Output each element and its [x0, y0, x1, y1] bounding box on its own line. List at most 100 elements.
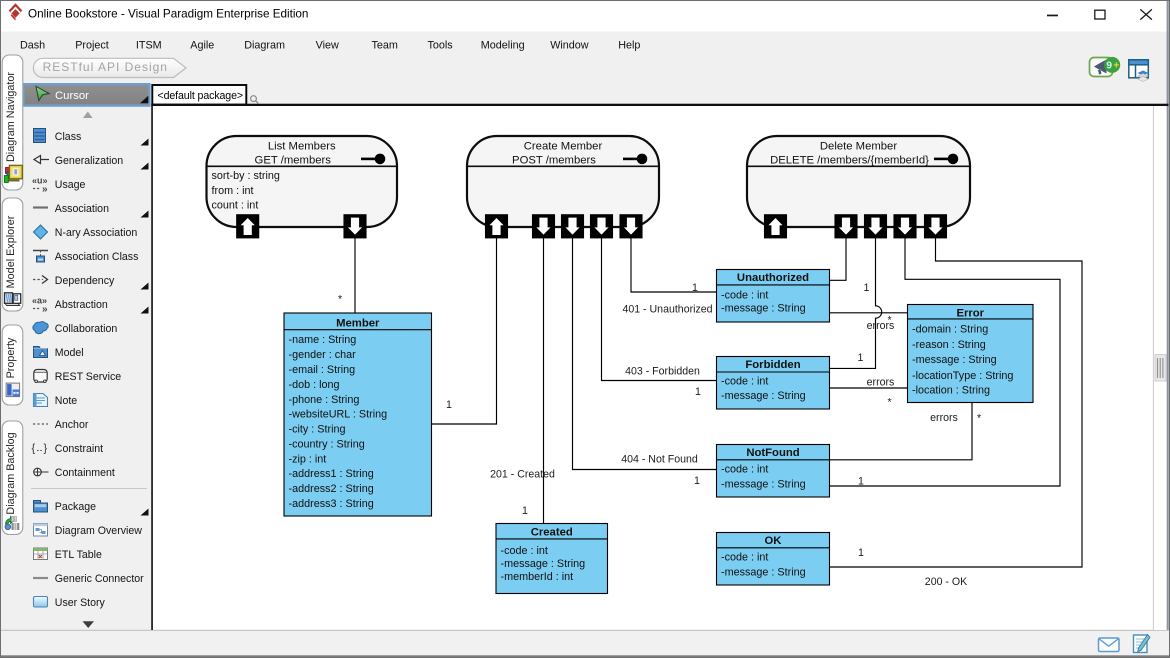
svg-text:-name : String: -name : String: [289, 334, 357, 346]
svg-text:}: }: [44, 443, 48, 455]
svg-text:Association Class: Association Class: [55, 251, 139, 263]
svg-text:-message : String: -message : String: [721, 390, 806, 402]
svg-text:Cursor: Cursor: [55, 90, 89, 102]
svg-text:1: 1: [446, 399, 452, 411]
svg-text:Diagram: Diagram: [244, 39, 285, 51]
svg-text:Tools: Tools: [427, 39, 453, 51]
svg-text:-domain : String: -domain : String: [912, 324, 988, 336]
svg-text:-dob : long: -dob : long: [289, 379, 340, 391]
svg-text:from : int: from : int: [212, 185, 254, 197]
svg-text:»: »: [42, 304, 48, 315]
svg-text:-message : String: -message : String: [721, 303, 806, 315]
svg-text:REST Service: REST Service: [55, 371, 121, 383]
svg-text:-location : String: -location : String: [912, 385, 990, 397]
svg-text:Delete Member: Delete Member: [820, 141, 897, 153]
svg-text:-code : int: -code : int: [721, 464, 768, 476]
svg-text:Diagram Backlog: Diagram Backlog: [5, 432, 17, 514]
svg-text:List Members: List Members: [268, 141, 336, 153]
svg-text:-phone : String: -phone : String: [289, 394, 360, 406]
svg-text:*: *: [887, 315, 891, 327]
svg-text:Model Explorer: Model Explorer: [5, 215, 17, 288]
svg-text:201 - Created: 201 - Created: [490, 469, 555, 481]
svg-text:ITSM: ITSM: [136, 39, 162, 51]
svg-text:-city : String: -city : String: [289, 424, 346, 436]
svg-text:RESTful API Design: RESTful API Design: [43, 60, 168, 74]
svg-text:Package: Package: [55, 501, 96, 513]
svg-text:Association: Association: [55, 203, 109, 215]
svg-text:+: +: [1113, 61, 1119, 72]
svg-text:-code : int: -code : int: [721, 376, 768, 388]
svg-text:User Story: User Story: [55, 597, 106, 609]
svg-text:»: »: [42, 184, 48, 195]
svg-text:1: 1: [858, 476, 864, 488]
svg-text:Collaboration: Collaboration: [55, 323, 118, 335]
svg-text:-locationType : String: -locationType : String: [912, 370, 1013, 382]
svg-text:404 - Not Found: 404 - Not Found: [621, 454, 698, 466]
svg-text:Error: Error: [956, 307, 984, 319]
svg-text:1: 1: [858, 352, 864, 364]
svg-text:Containment: Containment: [55, 467, 115, 479]
svg-text:Window: Window: [550, 39, 589, 51]
svg-text:-address1 : String: -address1 : String: [289, 468, 374, 480]
svg-text:-email : String: -email : String: [289, 364, 356, 376]
svg-text:Anchor: Anchor: [55, 419, 89, 431]
svg-text:1: 1: [864, 282, 870, 294]
svg-text:200 - OK: 200 - OK: [925, 576, 967, 588]
svg-text:Agile: Agile: [190, 39, 214, 51]
svg-text:401 - Unauthorized: 401 - Unauthorized: [622, 304, 712, 316]
svg-text:Created: Created: [531, 526, 573, 538]
svg-text:Team: Team: [371, 39, 397, 51]
svg-text:1: 1: [692, 282, 698, 294]
svg-text:-message : String: -message : String: [721, 479, 806, 491]
svg-text:<default package>: <default package>: [158, 90, 243, 102]
svg-text:-code : int: -code : int: [721, 552, 768, 564]
svg-text:DELETE /members/{memberId}: DELETE /members/{memberId}: [770, 154, 929, 166]
svg-text:Online Bookstore - Visual Para: Online Bookstore - Visual Paradigm Enter…: [28, 8, 308, 21]
svg-text:-zip : int: -zip : int: [289, 453, 327, 465]
svg-text:Create Member: Create Member: [524, 141, 603, 153]
svg-text:*: *: [887, 397, 891, 409]
svg-text:-address3 : String: -address3 : String: [289, 498, 374, 510]
svg-text:*: *: [338, 294, 342, 306]
svg-text:-message : String: -message : String: [501, 558, 586, 570]
svg-text:Unauthorized: Unauthorized: [737, 272, 809, 284]
svg-text:Help: Help: [618, 39, 640, 51]
svg-text:Diagram Navigator: Diagram Navigator: [5, 72, 17, 162]
svg-text:Modeling: Modeling: [481, 39, 525, 51]
svg-text:Property: Property: [5, 337, 17, 378]
svg-text:1: 1: [522, 505, 528, 517]
svg-text:9: 9: [1106, 61, 1112, 72]
svg-text:-websiteURL : String: -websiteURL : String: [289, 409, 388, 421]
svg-text:Generic Connector: Generic Connector: [55, 573, 144, 585]
svg-text:-gender : char: -gender : char: [289, 349, 357, 361]
svg-text:1: 1: [858, 547, 864, 559]
svg-text:Class: Class: [55, 131, 82, 143]
svg-text:POST /members: POST /members: [512, 154, 596, 166]
svg-text:*: *: [977, 413, 981, 425]
svg-text:Model: Model: [55, 347, 84, 359]
svg-text:Abstraction: Abstraction: [55, 299, 108, 311]
svg-text:sort-by : string: sort-by : string: [212, 170, 280, 182]
svg-text:Member: Member: [336, 318, 380, 330]
svg-text:1: 1: [694, 475, 700, 487]
svg-text:ETL Table: ETL Table: [55, 549, 102, 561]
svg-text:-country : String: -country : String: [289, 438, 365, 450]
svg-text:-message : String: -message : String: [912, 354, 997, 366]
svg-text:Forbidden: Forbidden: [745, 359, 800, 371]
svg-text:-message : String: -message : String: [721, 567, 806, 579]
svg-text:-address2 : String: -address2 : String: [289, 483, 374, 495]
svg-text:-code : int: -code : int: [501, 545, 548, 557]
svg-text:OK: OK: [765, 535, 783, 547]
svg-text:-reason : String: -reason : String: [912, 339, 986, 351]
svg-text:errors: errors: [867, 377, 895, 389]
svg-text:NotFound: NotFound: [746, 447, 799, 459]
svg-text:View: View: [316, 39, 339, 51]
svg-text:1: 1: [695, 386, 701, 398]
svg-text:count : int: count : int: [212, 200, 259, 212]
svg-text:Dependency: Dependency: [55, 275, 115, 287]
svg-text:-code : int: -code : int: [721, 290, 768, 302]
svg-text:403 - Forbidden: 403 - Forbidden: [625, 366, 700, 378]
svg-text:N-ary Association: N-ary Association: [55, 227, 138, 239]
svg-text:Diagram Overview: Diagram Overview: [55, 525, 142, 537]
svg-text:Constraint: Constraint: [55, 443, 103, 455]
